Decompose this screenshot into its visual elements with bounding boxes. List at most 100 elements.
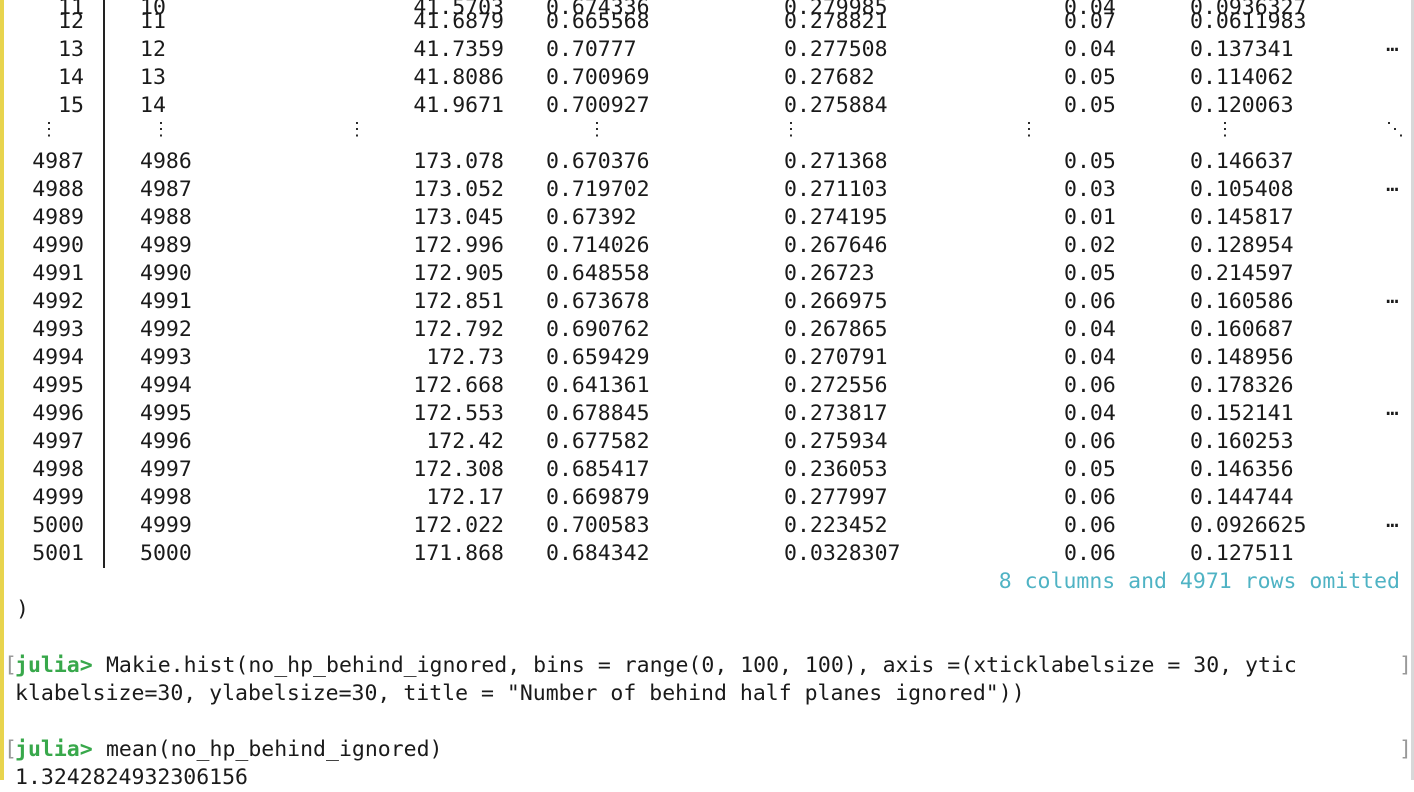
col7-cell: 0.160687: [1190, 317, 1294, 342]
col5-cell: 0.272556: [784, 373, 888, 398]
col4-cell: 0.685417: [546, 457, 650, 482]
col6-cell: 0.03: [1064, 177, 1116, 202]
closing-paren: ): [16, 597, 29, 622]
col6-cell: 0.06: [1064, 429, 1116, 454]
diagonal-ellipsis: ⋱: [1386, 119, 1404, 140]
col6-cell: 0.04: [1064, 345, 1116, 370]
col3-cell: 172.851: [413, 289, 504, 314]
id-cell: 12: [140, 37, 166, 62]
id-cell: 4992: [140, 317, 192, 342]
col7-cell: 0.137341: [1190, 37, 1294, 62]
col5-cell: 0.0328307: [784, 541, 901, 566]
row-index-cell: 4987: [32, 149, 84, 174]
col4-cell: 0.669879: [546, 485, 650, 510]
table-row: 5001 5000 171.868 0.684342 0.0328307 0.06 0.12…: [0, 540, 1414, 568]
col3-cell: 41.8086: [413, 65, 504, 90]
col5-cell: 0.236053: [784, 457, 888, 482]
col4-cell: 0.714026: [546, 233, 650, 258]
col3-cell: 41.6879: [413, 9, 504, 34]
table-row: 12 11 41.6879 0.665568 0.278821 0.07 0.0611983: [0, 8, 1414, 36]
table-row: 4993 4992 172.792 0.690762 0.267865 0.04 0.160…: [0, 316, 1414, 344]
id-cell: 4988: [140, 205, 192, 230]
table-row: 4989 4988 173.045 0.67392 0.274195 0.01 0.1458…: [0, 204, 1414, 232]
row-index-cell: 4990: [32, 233, 84, 258]
id-cell: 11: [140, 9, 166, 34]
row-index-cell: 5000: [32, 513, 84, 538]
id-cell: 4989: [140, 233, 192, 258]
col7-cell: 0.178326: [1190, 373, 1294, 398]
prompt-bracket-close: ]: [1399, 737, 1412, 762]
table-row: 4996 4995 172.553 0.678845 0.273817 0.04 0.152…: [0, 400, 1414, 428]
table-row: 13 12 41.7359 0.70777 0.277508 0.04 0.137341 ⋯: [0, 36, 1414, 64]
col5-cell: 0.271368: [784, 149, 888, 174]
col7-cell: 0.0926625: [1190, 513, 1307, 538]
col6-cell: 0.01: [1064, 205, 1116, 230]
more-columns-ellipsis: ⋯: [1386, 401, 1399, 426]
col5-cell: 0.27682: [784, 65, 875, 90]
col4-cell: 0.700583: [546, 513, 650, 538]
col7-cell: 0.148956: [1190, 345, 1294, 370]
col3-cell: 172.73: [426, 345, 504, 370]
col5-cell: 0.273817: [784, 401, 888, 426]
id-cell: 4997: [140, 457, 192, 482]
col6-cell: 0.06: [1064, 289, 1116, 314]
col6-cell: 0.05: [1064, 65, 1116, 90]
id-cell: 4991: [140, 289, 192, 314]
col6-cell: 0.05: [1064, 261, 1116, 286]
table-row: 4999 4998 172.17 0.669879 0.277997 0.06 0.1447…: [0, 484, 1414, 512]
col7-cell: 0.146637: [1190, 149, 1294, 174]
table-row: 15 14 41.9671 0.700927 0.275884 0.05 0.120063: [0, 92, 1414, 120]
col4-cell: 0.700927: [546, 93, 650, 118]
more-columns-ellipsis: ⋯: [1386, 289, 1399, 314]
vertical-ellipsis: ⋮: [40, 119, 58, 140]
col4-cell: 0.670376: [546, 149, 650, 174]
col4-cell: 0.678845: [546, 401, 650, 426]
col5-cell: 0.266975: [784, 289, 888, 314]
col5-cell: 0.277997: [784, 485, 888, 510]
col6-cell: 0.04: [1064, 37, 1116, 62]
table-row: 4990 4989 172.996 0.714026 0.267646 0.02 0.128…: [0, 232, 1414, 260]
col7-cell: 0.128954: [1190, 233, 1294, 258]
col4-cell: 0.70777: [546, 37, 637, 62]
col7-cell: 0.160586: [1190, 289, 1294, 314]
more-columns-ellipsis: [1386, 148, 1406, 176]
more-columns-ellipsis: [1386, 344, 1406, 372]
table-row: 4995 4994 172.668 0.641361 0.272556 0.06 0.178…: [0, 372, 1414, 400]
col3-cell: 172.17: [426, 485, 504, 510]
col6-cell: 0.06: [1064, 513, 1116, 538]
col5-cell: 0.267646: [784, 233, 888, 258]
more-columns-ellipsis: [1386, 64, 1406, 92]
row-index-cell: 13: [58, 37, 84, 62]
col6-cell: 0.06: [1064, 373, 1116, 398]
more-columns-ellipsis: [1386, 428, 1406, 456]
col4-cell: 0.648558: [546, 261, 650, 286]
row-index-cell: 4996: [32, 401, 84, 426]
col7-cell: 0.160253: [1190, 429, 1294, 454]
row-index-cell: 5001: [32, 541, 84, 566]
col3-cell: 172.905: [413, 261, 504, 286]
col7-cell: 0.120063: [1190, 93, 1294, 118]
julia-prompt: julia>: [15, 737, 93, 762]
col3-cell: 41.7359: [413, 37, 504, 62]
col6-cell: 0.05: [1064, 149, 1116, 174]
col5-cell: 0.271103: [784, 177, 888, 202]
col4-cell: 0.677582: [546, 429, 650, 454]
prompt-bracket-close: ]: [1399, 653, 1412, 678]
more-columns-ellipsis: [1386, 260, 1406, 288]
col3-cell: 172.553: [413, 401, 504, 426]
col4-cell: 0.641361: [546, 373, 650, 398]
col5-cell: 0.275884: [784, 93, 888, 118]
col7-cell: 0.214597: [1190, 261, 1294, 286]
col4-cell: 0.690762: [546, 317, 650, 342]
table-row: 14 13 41.8086 0.700969 0.27682 0.05 0.114062: [0, 64, 1414, 92]
id-cell: 13: [140, 65, 166, 90]
julia-prompt: julia>: [15, 653, 93, 678]
col5-cell: 0.267865: [784, 317, 888, 342]
more-columns-ellipsis: [1386, 316, 1406, 344]
col6-cell: 0.06: [1064, 485, 1116, 510]
row-index-cell: 4993: [32, 317, 84, 342]
col5-cell: 0.278821: [784, 9, 888, 34]
id-cell: 4995: [140, 401, 192, 426]
id-cell: 4990: [140, 261, 192, 286]
table-row: 4994 4993 172.73 0.659429 0.270791 0.04 0.1489…: [0, 344, 1414, 372]
